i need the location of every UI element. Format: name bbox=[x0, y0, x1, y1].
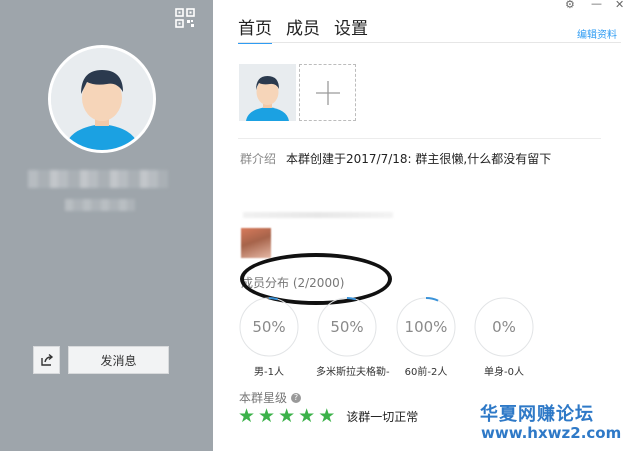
stat-percent: 50% bbox=[330, 318, 363, 336]
stat-percent: 0% bbox=[492, 318, 516, 336]
rating-status: 该群一切正常 bbox=[346, 409, 419, 424]
star-icon: ★ bbox=[238, 405, 256, 427]
star-icon: ★ bbox=[298, 405, 316, 427]
progress-ring: 100% bbox=[396, 297, 456, 357]
progress-ring: 0% bbox=[474, 297, 534, 357]
watermark-title: 华夏网赚论坛 bbox=[480, 404, 594, 425]
edit-profile-link[interactable]: 编辑资料 bbox=[577, 26, 617, 41]
tab-home[interactable]: 首页 bbox=[238, 14, 272, 44]
qr-code-icon[interactable] bbox=[175, 8, 195, 28]
blurred-group-id bbox=[65, 199, 135, 211]
progress-ring: 50% bbox=[239, 297, 299, 357]
settings-icon[interactable]: ⚙ bbox=[565, 0, 575, 11]
stat-region[interactable]: 50% 多米斯拉夫格勒- bbox=[316, 296, 390, 378]
group-intro: 群介绍 本群创建于2017/7/18: 群主很懒,什么都没有留下 bbox=[240, 150, 551, 167]
stat-percent: 100% bbox=[405, 318, 448, 336]
intro-label: 群介绍 bbox=[240, 152, 277, 166]
blurred-member-avatar bbox=[241, 228, 271, 258]
help-icon[interactable]: ? bbox=[291, 392, 302, 403]
stat-caption: 60前-2人 bbox=[404, 367, 448, 378]
blurred-section-title bbox=[243, 212, 393, 218]
stat-percent: 50% bbox=[252, 318, 285, 336]
send-message-button[interactable]: 发消息 bbox=[68, 346, 169, 374]
watermark-url: www.hxwz2.com bbox=[481, 424, 622, 442]
rating-label: 本群星级 bbox=[239, 391, 288, 405]
stat-relationship[interactable]: 0% 单身-0人 bbox=[473, 296, 535, 378]
profile-sidebar: 发消息 bbox=[0, 0, 213, 451]
add-member-button[interactable] bbox=[299, 64, 356, 121]
group-rating-title: 本群星级 ? bbox=[239, 389, 302, 406]
share-icon bbox=[40, 353, 53, 366]
progress-ring: 50% bbox=[317, 297, 377, 357]
group-rating: ★ ★ ★ ★ ★ 该群一切正常 bbox=[238, 405, 418, 427]
plus-icon bbox=[315, 80, 340, 105]
tab-bar: 首页 成员 设置 bbox=[238, 14, 368, 44]
group-info-panel: ⚙ — ✕ 首页 成员 设置 编辑资料 群介绍 本群创建于2017/7/18: 群… bbox=[213, 0, 631, 451]
stat-age[interactable]: 100% 60前-2人 bbox=[395, 296, 457, 378]
share-button[interactable] bbox=[33, 346, 60, 374]
star-icon: ★ bbox=[318, 405, 336, 427]
star-icon: ★ bbox=[278, 405, 296, 427]
tabs-divider bbox=[238, 42, 621, 43]
tab-settings[interactable]: 设置 bbox=[334, 14, 368, 44]
group-avatar[interactable] bbox=[48, 45, 156, 153]
blurred-group-name bbox=[28, 170, 168, 188]
stat-caption: 男-1人 bbox=[254, 367, 284, 378]
intro-text: 本群创建于2017/7/18: 群主很懒,什么都没有留下 bbox=[286, 152, 552, 166]
section-divider bbox=[238, 138, 601, 139]
close-icon[interactable]: ✕ bbox=[615, 0, 624, 11]
default-avatar-icon bbox=[239, 64, 296, 121]
member-avatar[interactable] bbox=[239, 64, 296, 121]
star-icon: ★ bbox=[258, 405, 276, 427]
stat-caption: 多米斯拉夫格勒- bbox=[316, 367, 390, 378]
stat-caption: 单身-0人 bbox=[484, 367, 524, 378]
default-avatar-icon bbox=[51, 48, 153, 150]
minimize-icon[interactable]: — bbox=[591, 0, 602, 10]
tab-members[interactable]: 成员 bbox=[286, 14, 320, 44]
stat-gender[interactable]: 50% 男-1人 bbox=[238, 296, 300, 378]
